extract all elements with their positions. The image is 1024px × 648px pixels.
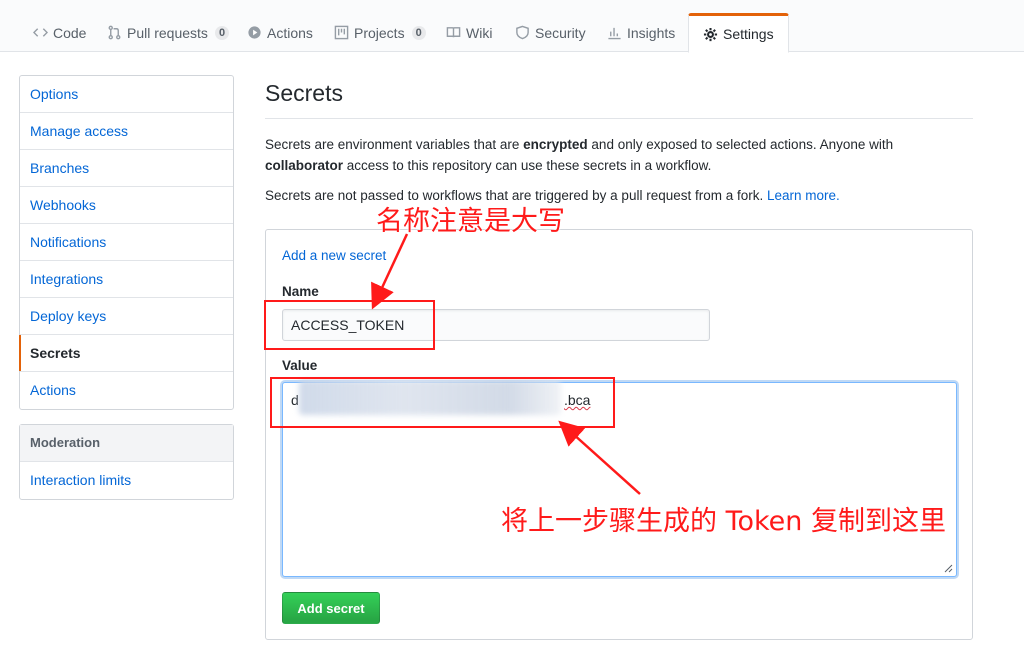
tab-code[interactable]: Code	[19, 13, 100, 52]
menu-item-webhooks[interactable]: Webhooks	[20, 187, 233, 224]
menu-item-secrets[interactable]: Secrets	[19, 335, 233, 372]
settings-menu: Options Manage access Branches Webhooks …	[19, 75, 234, 410]
name-highlight-box	[264, 300, 435, 350]
name-annotation: 名称注意是大写	[376, 206, 565, 237]
tab-label: Code	[53, 24, 87, 41]
tab-label: Security	[535, 24, 586, 41]
title-divider	[265, 118, 973, 119]
pull-request-icon	[108, 25, 121, 40]
tab-insights[interactable]: Insights	[593, 13, 689, 52]
moderation-heading: Moderation	[20, 425, 233, 462]
add-secret-button[interactable]: Add secret	[282, 592, 380, 624]
project-icon	[334, 25, 349, 40]
tab-label: Actions	[267, 24, 313, 41]
menu-item-deploy-keys[interactable]: Deploy keys	[20, 298, 233, 335]
value-highlight-box	[270, 377, 615, 428]
menu-item-options[interactable]: Options	[20, 76, 233, 113]
desc-text: Secrets are environment variables that a…	[265, 137, 524, 152]
desc-text: and only exposed to selected actions. An…	[587, 137, 894, 152]
moderation-menu: Moderation Interaction limits	[19, 424, 234, 500]
tab-actions[interactable]: Actions	[233, 13, 327, 52]
fork-note: Secrets are not passed to workflows that…	[265, 185, 975, 206]
value-annotation: 将上一步骤生成的 Token 复制到这里	[501, 506, 946, 537]
projects-counter: 0	[411, 25, 426, 40]
menu-item-actions[interactable]: Actions	[20, 372, 233, 409]
menu-item-interaction-limits[interactable]: Interaction limits	[20, 462, 233, 499]
desc-bold-collaborator: collaborator	[265, 158, 344, 173]
code-icon	[33, 28, 48, 37]
graph-icon	[608, 27, 621, 40]
book-icon	[446, 27, 461, 38]
tab-settings[interactable]: Settings	[688, 13, 789, 53]
menu-item-notifications[interactable]: Notifications	[20, 224, 233, 261]
menu-item-integrations[interactable]: Integrations	[20, 261, 233, 298]
tab-label: Insights	[627, 24, 676, 41]
menu-item-manage-access[interactable]: Manage access	[20, 113, 233, 150]
shield-icon	[516, 25, 529, 40]
play-icon	[248, 26, 261, 39]
menu-item-branches[interactable]: Branches	[20, 150, 233, 187]
repo-nav: Code Pull requests 0 Actions Projects 0 …	[0, 0, 1024, 53]
tab-label: Wiki	[466, 24, 493, 41]
resize-grip-icon[interactable]	[943, 563, 953, 573]
learn-more-link[interactable]: Learn more.	[767, 188, 840, 203]
page-title: Secrets	[265, 80, 343, 106]
tab-security[interactable]: Security	[501, 13, 600, 52]
value-label: Value	[282, 358, 318, 373]
secrets-description: Secrets are environment variables that a…	[265, 134, 975, 176]
name-label: Name	[282, 284, 319, 299]
pull-requests-counter: 0	[214, 25, 230, 40]
desc-text: access to this repository can use these …	[343, 158, 712, 173]
desc-bold-encrypted: encrypted	[523, 137, 588, 152]
add-new-secret-link[interactable]: Add a new secret	[282, 248, 386, 263]
tab-label: Projects	[354, 24, 405, 41]
tab-wiki[interactable]: Wiki	[432, 13, 506, 52]
new-secret-form: Add a new secret Name Value d .bca Add s…	[265, 229, 973, 640]
gear-icon	[703, 27, 718, 41]
tab-pull-requests[interactable]: Pull requests 0	[93, 13, 243, 52]
tab-projects[interactable]: Projects 0	[320, 13, 440, 52]
tab-label: Pull requests	[127, 24, 208, 41]
tab-label: Settings	[723, 26, 774, 42]
